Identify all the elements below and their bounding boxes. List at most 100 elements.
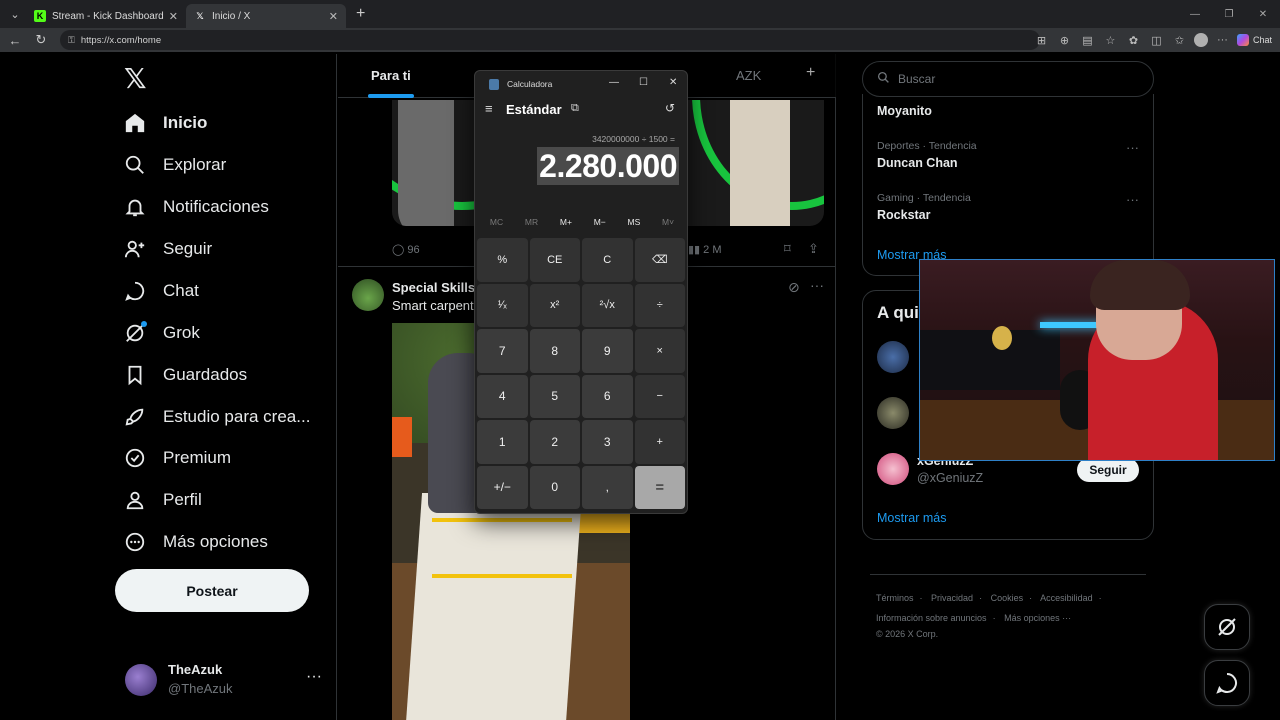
url-field[interactable]: ⚿ https://x.com/home	[60, 30, 1040, 50]
digit-6-key[interactable]: 6	[582, 374, 633, 418]
memory-store-button[interactable]: MS	[628, 217, 641, 233]
hamburger-menu-icon[interactable]: ≡	[485, 101, 493, 116]
tab-azk[interactable]: AZK	[736, 68, 761, 83]
nav-perfil[interactable]: Perfil	[123, 480, 202, 520]
footer-link[interactable]: Información sobre anuncios	[876, 613, 987, 623]
footer-link[interactable]: Cookies	[991, 593, 1024, 603]
follow-button[interactable]: Seguir	[1077, 458, 1139, 482]
digit-8-key[interactable]: 8	[529, 329, 580, 373]
calculator-titlebar[interactable]: Calculadora — ☐ ✕	[475, 71, 687, 97]
views-button[interactable]: ▮▮ 2 M	[688, 243, 722, 256]
site-info-icon[interactable]: ⚿	[68, 35, 75, 46]
nav-guardados[interactable]: Guardados	[123, 355, 247, 395]
tab-actions-chevron-icon[interactable]: ⌄	[4, 3, 26, 25]
negate-key[interactable]: +/−	[477, 465, 528, 509]
add-key[interactable]: +	[634, 420, 685, 464]
reader-icon[interactable]: ▤	[1079, 34, 1096, 47]
minimize-icon[interactable]: —	[609, 77, 619, 88]
window-close-icon[interactable]: ✕	[669, 77, 677, 88]
tab-para-ti[interactable]: Para ti	[371, 68, 411, 83]
grok-fab-button[interactable]	[1204, 604, 1250, 650]
close-tab-icon[interactable]: ✕	[329, 10, 338, 23]
memory-subtract-button[interactable]: M−	[594, 217, 606, 233]
decimal-key[interactable]: ,	[582, 465, 633, 509]
more-dots-icon[interactable]: ···	[1126, 192, 1139, 207]
digit-7-key[interactable]: 7	[477, 329, 528, 373]
add-tab-plus-icon[interactable]: +	[806, 64, 815, 82]
square-key[interactable]: x²	[529, 283, 580, 327]
account-switcher[interactable]: TheAzuk @TheAzuk ···	[125, 660, 325, 700]
nav-notificaciones[interactable]: Notificaciones	[123, 187, 269, 227]
digit-5-key[interactable]: 5	[529, 374, 580, 418]
maximize-icon[interactable]: ☐	[639, 77, 648, 88]
backspace-key[interactable]: ⌫	[634, 238, 685, 282]
x-logo-icon[interactable]: 𝕏	[124, 62, 147, 95]
memory-clear-button[interactable]: MC	[490, 217, 503, 233]
multiply-key[interactable]: ×	[634, 329, 685, 373]
search-input[interactable]: Buscar	[862, 61, 1154, 97]
browser-tab-kick[interactable]: K Stream - Kick Dashboard ✕	[26, 4, 186, 28]
more-dots-icon[interactable]: ···	[1126, 140, 1139, 155]
digit-2-key[interactable]: 2	[529, 420, 580, 464]
footer-link[interactable]: Privacidad	[931, 593, 973, 603]
show-more-link[interactable]: Mostrar más	[877, 511, 946, 525]
footer-link[interactable]: Accesibilidad	[1040, 593, 1093, 603]
zoom-icon[interactable]: ⊕	[1056, 34, 1073, 47]
avatar[interactable]	[877, 453, 909, 485]
digit-1-key[interactable]: 1	[477, 420, 528, 464]
split-screen-icon[interactable]: ◫	[1148, 34, 1165, 47]
reply-button[interactable]: ◯ 96	[392, 243, 420, 256]
memory-list-button[interactable]: M˅	[662, 217, 674, 233]
close-tab-icon[interactable]: ✕	[169, 10, 178, 23]
copilot-chat-button[interactable]: Chat	[1236, 34, 1272, 46]
favorite-star-icon[interactable]: ☆	[1102, 34, 1119, 47]
avatar[interactable]	[877, 397, 909, 429]
apps-icon[interactable]: ⊞	[1033, 34, 1050, 47]
browser-tab-x[interactable]: 𝕏 Inicio / X ✕	[186, 4, 346, 28]
avatar[interactable]	[877, 341, 909, 373]
digit-0-key[interactable]: 0	[529, 465, 580, 509]
more-dots-icon[interactable]: ···	[810, 277, 824, 293]
trend-name[interactable]: Rockstar	[877, 208, 931, 222]
tweet-author-name[interactable]: Special Skills	[392, 280, 475, 295]
nav-explorar[interactable]: Explorar	[123, 145, 226, 185]
digit-9-key[interactable]: 9	[582, 329, 633, 373]
more-dots-icon[interactable]: ···	[306, 668, 322, 686]
square-root-key[interactable]: ²√x	[582, 283, 633, 327]
back-arrow-icon[interactable]: ←	[4, 33, 26, 48]
bookmark-icon[interactable]: ⌑	[784, 241, 791, 257]
percent-key[interactable]: %	[477, 238, 528, 282]
subtract-key[interactable]: −	[634, 374, 685, 418]
grok-icon[interactable]: ⊘	[788, 279, 800, 296]
nav-grok[interactable]: Grok	[123, 313, 200, 353]
extensions-icon[interactable]: ✿	[1125, 34, 1142, 47]
trend-name[interactable]: Moyanito	[877, 104, 932, 118]
minimize-icon[interactable]: —	[1178, 0, 1212, 28]
new-tab-plus-icon[interactable]: +	[356, 5, 365, 23]
clear-entry-key[interactable]: CE	[529, 238, 580, 282]
history-icon[interactable]: ↺	[665, 101, 675, 115]
clear-key[interactable]: C	[582, 238, 633, 282]
nav-estudio[interactable]: Estudio para crea...	[123, 397, 310, 437]
keep-on-top-icon[interactable]: ⧉	[571, 102, 579, 115]
post-button[interactable]: Postear	[115, 569, 309, 612]
avatar[interactable]	[352, 279, 384, 311]
nav-mas-opciones[interactable]: Más opciones	[123, 522, 268, 562]
browser-menu-icon[interactable]: ···	[1214, 34, 1231, 46]
memory-recall-button[interactable]: MR	[525, 217, 538, 233]
footer-link[interactable]: Términos	[876, 593, 914, 603]
nav-chat[interactable]: Chat	[123, 271, 199, 311]
share-icon[interactable]: ⇪	[808, 241, 819, 257]
nav-premium[interactable]: Premium	[123, 438, 231, 478]
nav-seguir[interactable]: Seguir	[123, 229, 212, 269]
digit-4-key[interactable]: 4	[477, 374, 528, 418]
footer-link[interactable]: Más opciones ···	[1004, 613, 1071, 623]
restore-icon[interactable]: ❐	[1212, 0, 1246, 28]
reload-icon[interactable]: ↻	[30, 32, 52, 48]
favorites-icon[interactable]: ✩	[1171, 34, 1188, 47]
memory-add-button[interactable]: M+	[560, 217, 572, 233]
equals-key[interactable]: =	[634, 465, 685, 509]
reciprocal-key[interactable]: ¹⁄ₓ	[477, 283, 528, 327]
window-close-icon[interactable]: ✕	[1246, 0, 1280, 28]
digit-3-key[interactable]: 3	[582, 420, 633, 464]
